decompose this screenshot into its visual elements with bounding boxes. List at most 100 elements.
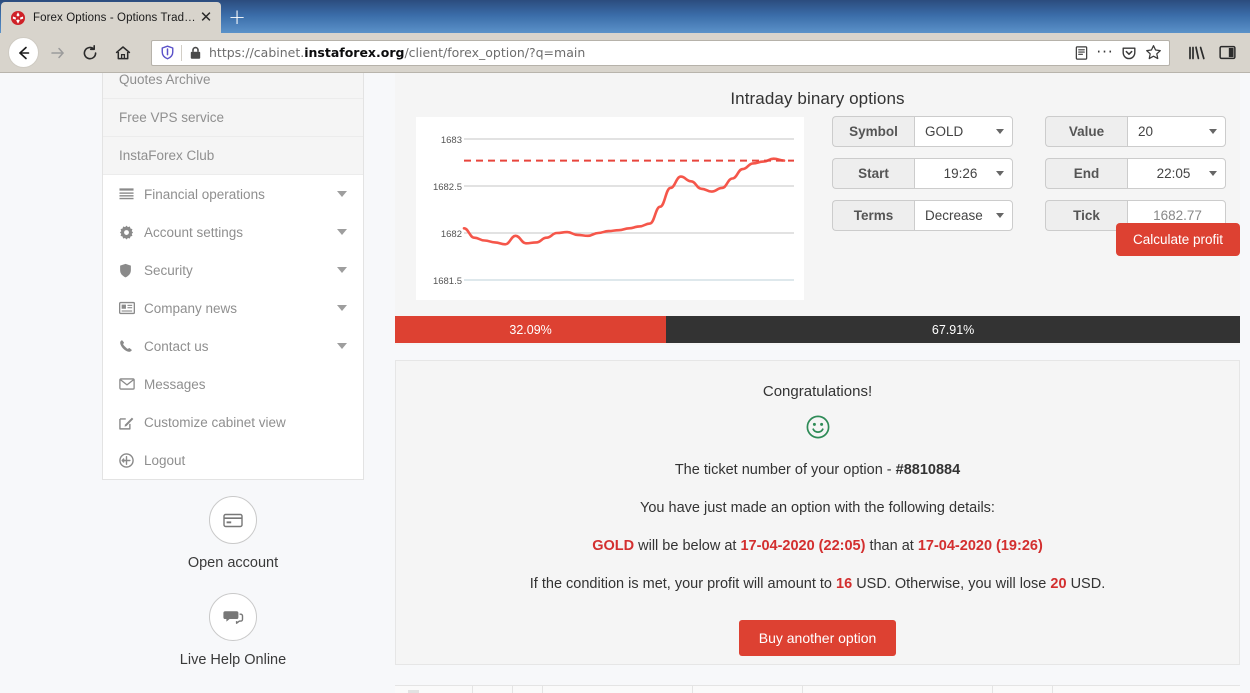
sidebar-toggle-icon[interactable]	[1212, 38, 1242, 68]
sidebar-item-label: Security	[144, 262, 193, 278]
terms-select[interactable]: Decrease	[914, 200, 1013, 231]
congratulations-heading: Congratulations!	[762, 383, 873, 400]
table-col-1	[395, 686, 473, 693]
shield-icon[interactable]	[158, 45, 176, 60]
end-select[interactable]: 22:05	[1127, 158, 1226, 189]
chevron-down-icon	[337, 305, 347, 311]
field-end: End 22:05	[1045, 158, 1226, 189]
back-button[interactable]	[8, 37, 39, 68]
table-col-6	[803, 686, 993, 693]
shield-icon	[119, 263, 140, 278]
value-label: Value	[1045, 116, 1127, 147]
open-account-button[interactable]: Open account	[188, 496, 278, 571]
forward-button[interactable]	[42, 38, 72, 68]
lock-icon[interactable]	[187, 46, 203, 60]
sidebar-item-instaforex-club[interactable]: InstaForex Club	[103, 137, 363, 175]
page-actions-icon[interactable]: ···	[1093, 42, 1117, 64]
details-intro: You have just made an option with the fo…	[640, 500, 995, 516]
ticket-line: The ticket number of your option - #8810…	[396, 462, 1239, 478]
instaforex-favicon	[10, 10, 26, 26]
chat-bubble-icon	[209, 593, 257, 641]
sidebar-item-label: Company news	[144, 300, 238, 316]
list-icon	[119, 187, 140, 201]
sidebar-item-label: Financial operations	[144, 186, 265, 202]
history-table-header	[395, 685, 1240, 693]
smiley-face-icon	[396, 414, 1239, 440]
library-icon[interactable]	[1182, 38, 1212, 68]
value-value: 20	[1138, 124, 1154, 139]
sidebar-item-account-settings[interactable]: Account settings	[103, 213, 363, 251]
close-icon[interactable]: ✕	[197, 9, 215, 27]
credit-card-icon	[208, 496, 257, 544]
sidebar-item-logout[interactable]: Logout	[103, 441, 363, 479]
sidebar-item-company-news[interactable]: Company news	[103, 289, 363, 327]
field-value: Value 20	[1045, 116, 1226, 147]
page-viewport: Quotes Archive Free VPS service InstaForex…	[0, 73, 1250, 693]
probability-right-segment: 67.91%	[666, 316, 1240, 343]
envelope-icon	[119, 378, 140, 390]
chevron-down-icon	[996, 213, 1004, 218]
terms-value: Decrease	[925, 208, 983, 223]
chevron-down-icon	[337, 267, 347, 273]
tab-forex-options[interactable]: Forex Options - Options Trading ✕	[1, 2, 221, 33]
table-col-4	[543, 686, 693, 693]
live-help-label: Live Help Online	[179, 652, 287, 668]
table-col-2	[473, 686, 513, 693]
buy-another-option-button[interactable]: Buy another option	[738, 620, 897, 656]
option-builder-panel: Intraday binary options 1683 1682.5 1682…	[395, 73, 1240, 345]
reload-button[interactable]	[75, 38, 105, 68]
navigation-toolbar: https://cabinet.instaforex.org/client/fo…	[0, 33, 1250, 73]
chevron-down-icon	[1209, 129, 1217, 134]
field-terms: Terms Decrease	[832, 200, 1013, 231]
price-chart: 1683 1682.5 1682 1681.5	[416, 117, 804, 300]
pocket-icon[interactable]	[1117, 42, 1141, 64]
url-text[interactable]: https://cabinet.instaforex.org/client/fo…	[203, 45, 1069, 60]
symbol-select[interactable]: GOLD	[914, 116, 1013, 147]
sidebar-item-label: Logout	[144, 452, 186, 468]
form-row-1: Symbol GOLD Value 20	[832, 116, 1226, 147]
ticket-number: #8810884	[895, 462, 961, 478]
y-tick-label-3: 1683	[440, 135, 462, 146]
tab-strip: Forex Options - Options Trading ✕ +	[0, 0, 1250, 33]
sidebar-item-customize-cabinet-view[interactable]: Customize cabinet view	[103, 403, 363, 441]
page-title: Intraday binary options	[730, 89, 905, 108]
value-select[interactable]: 20	[1127, 116, 1226, 147]
logout-icon	[119, 452, 140, 468]
profit-post: USD.	[1066, 576, 1106, 592]
start-label: Start	[832, 158, 914, 189]
chevron-down-icon	[337, 343, 347, 349]
sidebar-item-contact-us[interactable]: Contact us	[103, 327, 363, 365]
table-col-3	[513, 686, 543, 693]
sidebar-item-label: Free VPS service	[119, 110, 225, 125]
sidebar-item-financial-operations[interactable]: Financial operations	[103, 175, 363, 213]
profit-line: If the condition is met, your profit wil…	[396, 576, 1239, 592]
y-tick-label-1: 1682	[440, 229, 462, 240]
address-bar[interactable]: https://cabinet.instaforex.org/client/fo…	[151, 39, 1170, 66]
condition-symbol: GOLD	[592, 538, 635, 554]
sidebar-item-label: InstaForex Club	[119, 148, 215, 163]
result-panel: Congratulations! The ticket number of yo…	[395, 360, 1240, 665]
sidebar-menu: Quotes Archive Free VPS service InstaForex…	[102, 73, 364, 480]
url-scheme: https://cabinet.	[209, 45, 305, 60]
reader-view-icon[interactable]	[1069, 42, 1093, 64]
sidebar-item-quotes-archive[interactable]: Quotes Archive	[103, 73, 363, 99]
sidebar-item-label: Quotes Archive	[119, 73, 211, 87]
y-tick-label-2: 1682.5	[432, 182, 462, 193]
toolbar-right-buttons	[1176, 38, 1242, 68]
url-domain: instaforex.org	[304, 45, 405, 60]
sidebar-item-security[interactable]: Security	[103, 251, 363, 289]
live-help-button[interactable]: Live Help Online	[180, 593, 286, 668]
sidebar-item-free-vps-service[interactable]: Free VPS service	[103, 99, 363, 137]
sidebar-item-messages[interactable]: Messages	[103, 365, 363, 403]
bookmark-star-icon[interactable]	[1141, 42, 1165, 64]
sidebar-item-label: Messages	[144, 376, 206, 392]
condition-mid1: will be below at	[634, 538, 741, 554]
browser-window: Forex Options - Options Trading ✕ + http…	[0, 0, 1250, 693]
new-tab-button[interactable]: +	[221, 2, 253, 33]
edit-icon	[119, 415, 140, 430]
home-button[interactable]	[108, 38, 138, 68]
calculate-profit-button[interactable]: Calculate profit	[1115, 223, 1240, 256]
end-value: 22:05	[1156, 166, 1191, 181]
symbol-label: Symbol	[832, 116, 914, 147]
start-select[interactable]: 19:26	[914, 158, 1013, 189]
